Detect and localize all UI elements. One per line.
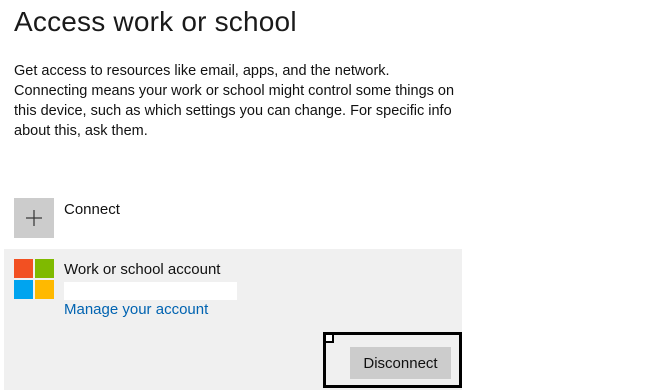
logo-blue-square [14, 280, 33, 299]
settings-page: Access work or school Get access to reso… [0, 0, 659, 390]
logo-red-square [14, 259, 33, 278]
connect-label: Connect [64, 201, 120, 218]
logo-yellow-square [35, 280, 54, 299]
account-name: Work or school account [64, 261, 221, 278]
disconnect-button[interactable]: Disconnect [350, 347, 451, 379]
logo-green-square [35, 259, 54, 278]
plus-icon [26, 210, 42, 226]
page-description: Get access to resources like email, apps… [14, 63, 455, 139]
page-title: Access work or school [14, 6, 297, 37]
highlight-corner-marker [326, 335, 334, 343]
account-email-redacted [64, 282, 237, 300]
microsoft-logo-icon [14, 259, 54, 299]
connect-button[interactable]: Connect [14, 198, 120, 238]
connect-tile [14, 198, 54, 238]
manage-account-link[interactable]: Manage your account [64, 301, 208, 318]
